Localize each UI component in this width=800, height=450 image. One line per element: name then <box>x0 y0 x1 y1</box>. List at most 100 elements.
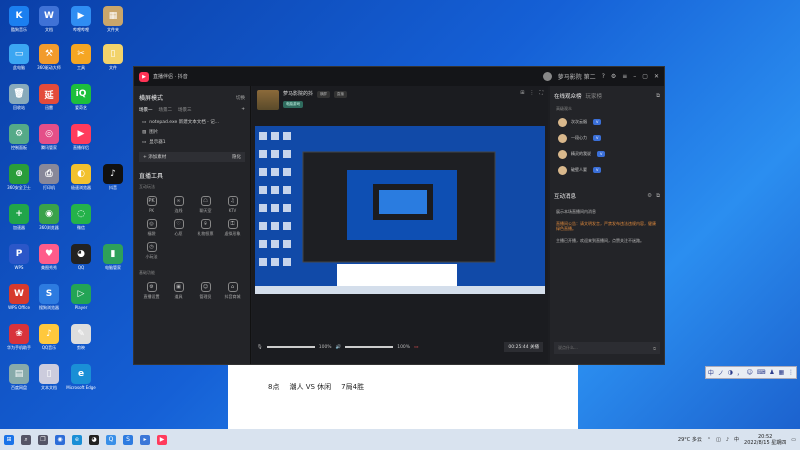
popout-icon[interactable]: ⧉ <box>653 346 656 351</box>
desktop-icon[interactable]: W 文档 <box>34 6 64 32</box>
mic-icon[interactable]: 🎙 <box>257 345 263 350</box>
room-title[interactable]: 萝马影院的抖 <box>283 91 313 97</box>
source-item[interactable]: ▭ 显示器1 <box>139 137 245 147</box>
desktop-icon[interactable]: ▮ 电脑管家 <box>98 244 128 270</box>
avatar[interactable] <box>542 72 552 81</box>
tool-button[interactable]: ⚙ 直播设置 <box>139 282 164 300</box>
live-timer-box[interactable]: 00:25:44 关播 <box>504 342 543 352</box>
viewer-row[interactable]: 精灵的我说 V <box>550 146 664 162</box>
popout-icon[interactable]: ⧉ <box>656 93 660 100</box>
tool-button[interactable]: ∞ 连线 <box>166 196 191 214</box>
desktop-icon[interactable]: ▦ 文件夹 <box>98 6 128 32</box>
tool-button[interactable]: ▣ 道具 <box>166 282 191 300</box>
tool-button[interactable]: ☖ 聊天室 <box>193 196 218 214</box>
taskbar-app-icon[interactable]: ⌕ <box>21 434 31 445</box>
settings-icon[interactable]: ⚙ <box>611 73 616 80</box>
chevron-up-icon[interactable]: ⌃ <box>707 437 711 443</box>
minimize-button[interactable]: – <box>633 73 636 80</box>
desktop-icon[interactable]: ⚙ 控制面板 <box>4 124 34 150</box>
ime-button[interactable]: ノ <box>718 368 724 377</box>
desktop-icon[interactable]: 🗑 回收站 <box>4 84 34 110</box>
desktop-icon[interactable]: ▤ 百度网盘 <box>4 364 34 390</box>
tab-scene-2[interactable]: 场景二 <box>159 107 173 113</box>
ime-button[interactable]: ⌨ <box>757 369 766 376</box>
tool-button[interactable]: ☺ 管理员 <box>193 282 218 300</box>
switch-button[interactable]: 切换 <box>236 95 245 101</box>
source-item[interactable]: ▭ notepad.exe 新建文本文档 - 记... <box>139 117 245 127</box>
hide-label[interactable]: 隐化 <box>232 154 241 160</box>
viewer-row[interactable]: 次次云烟 V <box>550 114 664 130</box>
desktop-icon[interactable]: ◐ 极速浏览器 <box>66 164 96 190</box>
tab-scene-1[interactable]: 场景一 <box>139 107 153 113</box>
add-source-button[interactable]: + 添加素材 隐化 <box>139 152 245 162</box>
desktop-icon[interactable]: 延迅雷 <box>34 84 64 110</box>
taskbar-app-icon[interactable]: e <box>72 434 82 445</box>
menu-icon[interactable]: ≡ <box>622 73 627 80</box>
ime-button[interactable]: ▦ <box>778 369 784 376</box>
tool-button[interactable]: ♫ KTV <box>220 196 245 214</box>
desktop-icon[interactable]: iQ 爱奇艺 <box>66 84 96 110</box>
desktop-icon[interactable]: ◎ 腾讯管家 <box>34 124 64 150</box>
tool-button[interactable]: ♡ 心愿 <box>166 219 191 237</box>
desktop-icon[interactable]: ♪ QQ音乐 <box>34 324 64 350</box>
taskbar-app-icon[interactable]: ▸ <box>140 434 150 445</box>
desktop-icon[interactable]: ▭ 此电脑 <box>4 44 34 70</box>
ime-button[interactable]: ， <box>737 368 743 377</box>
speaker-icon[interactable]: 🔊 <box>336 345 342 350</box>
desktop-icon[interactable]: ▷ Player <box>66 284 96 310</box>
volume-icon[interactable]: ♪ <box>726 437 729 443</box>
desktop-icon[interactable]: W WPS Office <box>4 284 34 310</box>
ime-button[interactable]: 中 <box>708 368 714 377</box>
more-icon[interactable]: ⋮ <box>529 90 534 96</box>
notepad-text[interactable]: 8点 潮人 VS 休闲 7局4胜 <box>268 382 364 392</box>
source-item[interactable]: ▨ 图片 <box>139 127 245 137</box>
taskbar-app-icon[interactable]: ◕ <box>89 434 99 445</box>
taskbar-app-icon[interactable]: S <box>123 434 133 445</box>
desktop-icon[interactable]: ⚒ 360驱动大师 <box>34 44 64 70</box>
tab-players[interactable]: 玩家榜 <box>586 92 603 100</box>
desktop-icon[interactable]: ◌ 微信 <box>66 204 96 230</box>
taskbar-app-icon[interactable]: ⊞ <box>4 434 14 445</box>
ime-icon[interactable]: 中 <box>734 436 739 443</box>
tool-button[interactable]: ⌾ 礼物投票 <box>193 219 218 237</box>
tool-button[interactable]: ◎ 福袋 <box>139 219 164 237</box>
desktop-icon[interactable]: P WPS <box>4 244 34 270</box>
tool-button[interactable]: ⚿ 虚拟形象 <box>220 219 245 237</box>
desktop-icon[interactable]: ◕ QQ <box>66 244 96 270</box>
mode-title[interactable]: 横屏模式 <box>139 93 163 102</box>
network-icon[interactable]: ◫ <box>716 437 721 443</box>
tool-button[interactable]: ◷ 小玩法 <box>139 242 164 260</box>
room-cover[interactable] <box>257 90 279 110</box>
taskbar-app-icon[interactable]: ◉ <box>55 434 65 445</box>
category-tag[interactable]: 电脑游戏 <box>283 101 303 108</box>
tool-button[interactable]: ⌂ 抖音商城 <box>220 282 245 300</box>
close-button[interactable]: ✕ <box>654 73 659 80</box>
notification-icon[interactable]: ▭ <box>791 437 796 443</box>
settings-icon[interactable]: ⚙ <box>647 193 652 199</box>
tab-online-viewers[interactable]: 在线观众榜 <box>554 92 582 100</box>
desktop-icon[interactable]: ✎ 剪映 <box>66 324 96 350</box>
desktop-icon[interactable]: ▯ 文件 <box>98 44 128 70</box>
fullscreen-icon[interactable]: ⛶ <box>539 90 543 96</box>
add-scene-icon[interactable]: + <box>241 107 245 113</box>
desktop-icon[interactable]: ✂ 工具 <box>66 44 96 70</box>
mic-volume-slider[interactable] <box>266 346 315 348</box>
desktop-icon[interactable]: + 加速器 <box>4 204 34 230</box>
speaker-volume-slider[interactable] <box>345 346 394 348</box>
viewer-row[interactable]: 一段心力 V <box>550 130 664 146</box>
viewer-row[interactable]: 破壁人要 V <box>550 162 664 178</box>
ime-button[interactable]: ☺ <box>747 369 753 376</box>
user-name[interactable]: 萝马影院 第二 <box>558 72 596 81</box>
maximize-button[interactable]: ▢ <box>642 73 648 80</box>
desktop-icon[interactable]: ⊕ 360安全卫士 <box>4 164 34 190</box>
desktop-icon[interactable]: ▶ 直播伴侣 <box>66 124 96 150</box>
popout-icon[interactable]: ⧉ <box>656 193 660 200</box>
desktop-icon[interactable]: ▯ 文本文档 <box>34 364 64 390</box>
desktop-icon[interactable]: ♥ 美图秀秀 <box>34 244 64 270</box>
taskbar-app-icon[interactable]: ❐ <box>38 434 48 445</box>
ime-button[interactable]: ⋮ <box>788 369 794 376</box>
desktop-icon[interactable]: K 酷狗音乐 <box>4 6 34 32</box>
stream-preview[interactable] <box>255 126 545 294</box>
clock[interactable]: 20:52 2022/8/15 星期四 <box>744 434 786 446</box>
camera-icon[interactable]: ▭ <box>414 345 418 350</box>
